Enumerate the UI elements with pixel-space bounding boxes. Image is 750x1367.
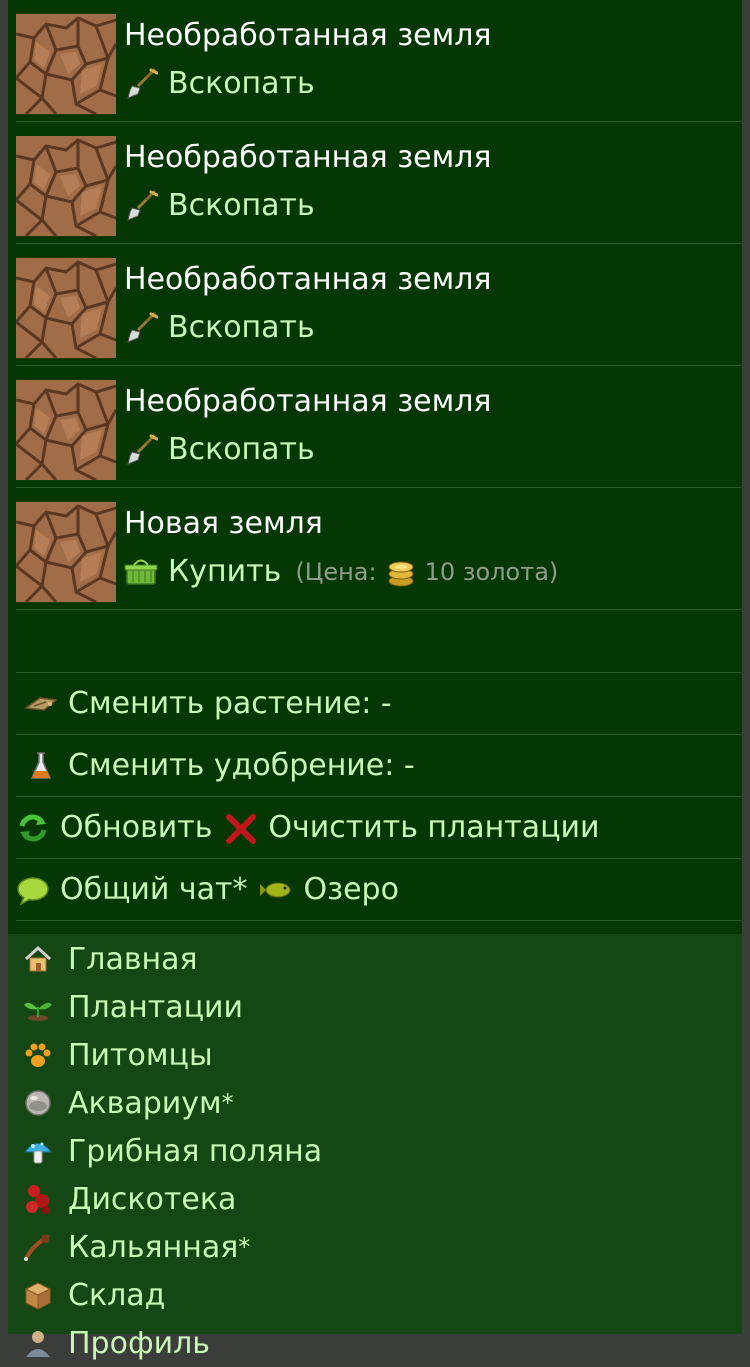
chat-bubble-icon[interactable] bbox=[16, 874, 50, 906]
nav-label: Питомцы bbox=[68, 1037, 213, 1073]
buy-row: Купить (Цена: 10 золота) bbox=[124, 554, 558, 589]
aquarium-icon bbox=[25, 1090, 51, 1116]
nav-label: Дискотека bbox=[68, 1181, 237, 1217]
dig-link[interactable]: Вскопать bbox=[124, 66, 315, 101]
shovel-icon bbox=[127, 190, 158, 221]
price-info: (Цена: 10 золота) bbox=[295, 557, 558, 587]
soil-image[interactable] bbox=[16, 258, 116, 358]
gold-coins-icon bbox=[388, 561, 414, 586]
nav-label: Профиль bbox=[68, 1325, 210, 1361]
nav-item-disco[interactable]: Дискотека bbox=[22, 1175, 236, 1223]
pipe-icon bbox=[24, 1235, 50, 1261]
flask-icon bbox=[30, 751, 52, 779]
social-row: Общий чат* Озеро bbox=[16, 859, 742, 921]
nav-star: * bbox=[221, 1089, 234, 1117]
disco-icon bbox=[26, 1185, 50, 1214]
profile-icon bbox=[26, 1331, 50, 1357]
close-icon[interactable] bbox=[224, 812, 258, 844]
plot-item: Новая земля Купить (Цена: 10 золота) bbox=[16, 488, 742, 610]
seed-bag-icon bbox=[24, 696, 58, 711]
nav-label: Грибная поляна bbox=[68, 1133, 323, 1169]
soil-image[interactable] bbox=[16, 502, 116, 602]
buy-link[interactable]: Купить bbox=[168, 554, 281, 589]
dig-link[interactable]: Вскопать bbox=[124, 432, 315, 467]
nav-item-plantations[interactable]: Плантации bbox=[22, 983, 243, 1031]
plot-item: Необработанная земля Вскопать bbox=[16, 366, 742, 488]
nav-label: Главная bbox=[68, 941, 198, 977]
farm-screen: Необработанная земля Вскопать Необработа… bbox=[8, 0, 742, 1361]
home-icon bbox=[24, 945, 52, 972]
dig-label: Вскопать bbox=[168, 432, 315, 467]
nav-star: * bbox=[238, 1233, 251, 1261]
plot-title: Необработанная земля bbox=[124, 262, 492, 297]
plot-title: Новая земля bbox=[124, 506, 323, 541]
nav-item-mushroom-glade[interactable]: Грибная поляна bbox=[22, 1127, 322, 1175]
shovel-icon bbox=[127, 312, 158, 343]
actions-row: Обновить Очистить плантации bbox=[16, 797, 742, 859]
nav-item-home[interactable]: Главная bbox=[22, 935, 198, 983]
basket-icon bbox=[124, 559, 158, 585]
soil-image[interactable] bbox=[16, 14, 116, 114]
dig-label: Вскопать bbox=[168, 66, 315, 101]
nav-label: Аквариум bbox=[68, 1085, 222, 1121]
dig-label: Вскопать bbox=[168, 310, 315, 345]
nav-label: Склад bbox=[68, 1277, 166, 1313]
soil-image[interactable] bbox=[16, 136, 116, 236]
nav-label: Плантации bbox=[68, 989, 244, 1025]
price-value: 10 золота) bbox=[424, 557, 559, 586]
clear-plantations-link[interactable]: Очистить плантации bbox=[268, 810, 599, 845]
nav-item-aquarium[interactable]: Аквариум * bbox=[22, 1079, 234, 1127]
refresh-link[interactable]: Обновить bbox=[60, 810, 212, 845]
shovel-icon bbox=[127, 434, 158, 465]
change-plant-label: Сменить растение: - bbox=[68, 686, 392, 721]
mushroom-icon bbox=[23, 1142, 53, 1164]
plot-item: Необработанная земля Вскопать bbox=[16, 0, 742, 122]
nav-item-warehouse[interactable]: Склад bbox=[22, 1271, 165, 1319]
change-fertilizer-label: Сменить удобрение: - bbox=[68, 748, 415, 783]
nav-label: Кальянная bbox=[68, 1229, 239, 1265]
main-nav: Главная Плантации Питомцы Аквариум * Гри… bbox=[8, 934, 742, 1361]
plot-list: Необработанная земля Вскопать Необработа… bbox=[16, 0, 742, 921]
plot-title: Необработанная земля bbox=[124, 140, 492, 175]
change-plant-link[interactable]: Сменить растение: - bbox=[16, 673, 742, 735]
plot-item: Необработанная земля Вскопать bbox=[16, 122, 742, 244]
lake-link[interactable]: Озеро bbox=[304, 872, 399, 907]
dig-link[interactable]: Вскопать bbox=[124, 310, 315, 345]
change-fertilizer-link[interactable]: Сменить удобрение: - bbox=[16, 735, 742, 797]
fish-icon[interactable] bbox=[259, 874, 294, 906]
general-chat-link[interactable]: Общий чат* bbox=[60, 872, 248, 907]
refresh-icon[interactable] bbox=[16, 812, 50, 844]
plot-title: Необработанная земля bbox=[124, 384, 492, 419]
dig-link[interactable]: Вскопать bbox=[124, 188, 315, 223]
nav-item-profile[interactable]: Профиль bbox=[22, 1319, 210, 1367]
paw-icon bbox=[25, 1043, 51, 1067]
box-icon bbox=[24, 1282, 52, 1310]
plot-title: Необработанная земля bbox=[124, 18, 492, 53]
nav-item-hookah[interactable]: Кальянная * bbox=[22, 1223, 250, 1271]
nav-item-pets[interactable]: Питомцы bbox=[22, 1031, 213, 1079]
divider bbox=[16, 610, 742, 673]
price-prefix: (Цена: bbox=[295, 557, 377, 586]
shovel-icon bbox=[127, 68, 158, 99]
soil-image[interactable] bbox=[16, 380, 116, 480]
dig-label: Вскопать bbox=[168, 188, 315, 223]
plot-item: Необработанная земля Вскопать bbox=[16, 244, 742, 366]
sprout-icon bbox=[24, 1002, 52, 1021]
